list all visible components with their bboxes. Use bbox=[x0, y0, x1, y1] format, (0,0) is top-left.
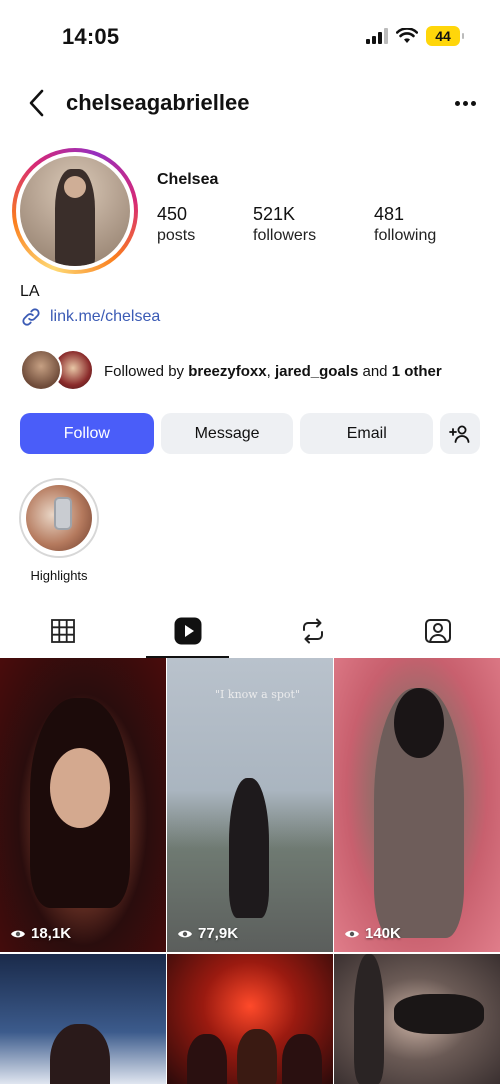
tagged-user-icon bbox=[424, 619, 451, 643]
display-name: Chelsea bbox=[157, 171, 219, 188]
reel-thumbnail[interactable] bbox=[334, 954, 500, 1084]
view-count: 77,9K bbox=[177, 925, 238, 942]
profile-tabs bbox=[0, 604, 500, 658]
grid-icon bbox=[50, 619, 75, 643]
reels-icon bbox=[174, 617, 201, 645]
stat-following[interactable]: 481 following bbox=[374, 204, 436, 245]
message-button[interactable]: Message bbox=[160, 413, 294, 454]
status-icons: 44 bbox=[366, 26, 464, 46]
tab-reels[interactable] bbox=[125, 604, 250, 658]
stat-posts[interactable]: 450 posts bbox=[157, 204, 253, 245]
bio-link-text: link.me/chelsea bbox=[50, 308, 161, 325]
reel-caption: "I know a spot" bbox=[215, 688, 301, 701]
reel-thumbnail[interactable]: 18,1K bbox=[0, 658, 166, 952]
email-button[interactable]: Email bbox=[300, 413, 434, 454]
profile-avatar[interactable] bbox=[12, 148, 138, 274]
link-icon bbox=[22, 308, 40, 326]
wifi-icon bbox=[396, 28, 418, 43]
highlight-ring bbox=[19, 478, 99, 558]
story-highlight[interactable]: Highlights bbox=[18, 478, 100, 583]
highlight-image bbox=[26, 485, 92, 551]
eye-icon bbox=[178, 930, 192, 937]
avatar-image bbox=[20, 156, 130, 266]
stat-label: following bbox=[374, 227, 437, 244]
stat-followers[interactable]: 521K followers bbox=[253, 204, 374, 245]
tab-tagged[interactable] bbox=[375, 604, 500, 658]
stat-label: posts bbox=[157, 227, 196, 244]
eye-icon bbox=[345, 930, 359, 937]
mutual-other: 1 other bbox=[391, 362, 442, 380]
tab-grid[interactable] bbox=[0, 604, 125, 658]
chevron-left-icon bbox=[29, 89, 44, 117]
more-options-button[interactable] bbox=[450, 88, 480, 118]
more-horizontal-icon bbox=[454, 100, 460, 106]
follow-button[interactable]: Follow bbox=[20, 413, 154, 454]
bio-link[interactable]: link.me/chelsea bbox=[20, 306, 160, 328]
profile-header: chelseagabriellee bbox=[0, 80, 500, 128]
stat-count: 521K bbox=[253, 204, 296, 224]
avatar bbox=[20, 349, 62, 391]
add-user-button[interactable] bbox=[440, 413, 481, 454]
reel-thumbnail[interactable]: 140K bbox=[334, 658, 500, 952]
profile-stats: 450 posts 521K followers 481 following bbox=[157, 204, 436, 245]
tab-reposts[interactable] bbox=[250, 604, 375, 658]
stat-label: followers bbox=[253, 227, 317, 244]
profile-username: chelseagabriellee bbox=[66, 90, 250, 115]
view-count: 140K bbox=[344, 925, 401, 942]
status-bar: 14:05 44 bbox=[0, 0, 500, 70]
reel-thumbnail[interactable] bbox=[167, 954, 333, 1084]
eye-icon bbox=[11, 930, 25, 937]
reel-thumbnail[interactable] bbox=[0, 954, 166, 1084]
followed-by-text: Followed by breezyfoxx, jared_goals and … bbox=[104, 362, 442, 380]
mutual-followers[interactable]: Followed by breezyfoxx, jared_goals and … bbox=[20, 349, 442, 393]
highlight-label: Highlights bbox=[30, 568, 88, 583]
mutual-user-2: jared_goals bbox=[274, 362, 359, 380]
status-time: 14:05 bbox=[62, 24, 120, 49]
stat-count: 450 bbox=[157, 204, 188, 224]
repost-icon bbox=[302, 618, 323, 644]
bio-location: LA bbox=[20, 283, 40, 300]
stat-count: 481 bbox=[374, 204, 405, 224]
mutual-avatars bbox=[20, 349, 94, 393]
reel-thumbnail[interactable]: "I know a spot" 77,9K bbox=[167, 658, 333, 952]
add-user-icon bbox=[449, 425, 470, 443]
mutual-user-1: breezyfoxx bbox=[188, 362, 267, 380]
reels-grid: 18,1K "I know a spot" 77,9K 140K bbox=[0, 658, 500, 1084]
back-button[interactable] bbox=[20, 86, 54, 120]
profile-actions: Follow Message Email bbox=[20, 413, 481, 455]
signal-icon bbox=[366, 28, 388, 44]
view-count: 18,1K bbox=[10, 925, 71, 942]
battery-icon: 44 bbox=[426, 26, 464, 46]
